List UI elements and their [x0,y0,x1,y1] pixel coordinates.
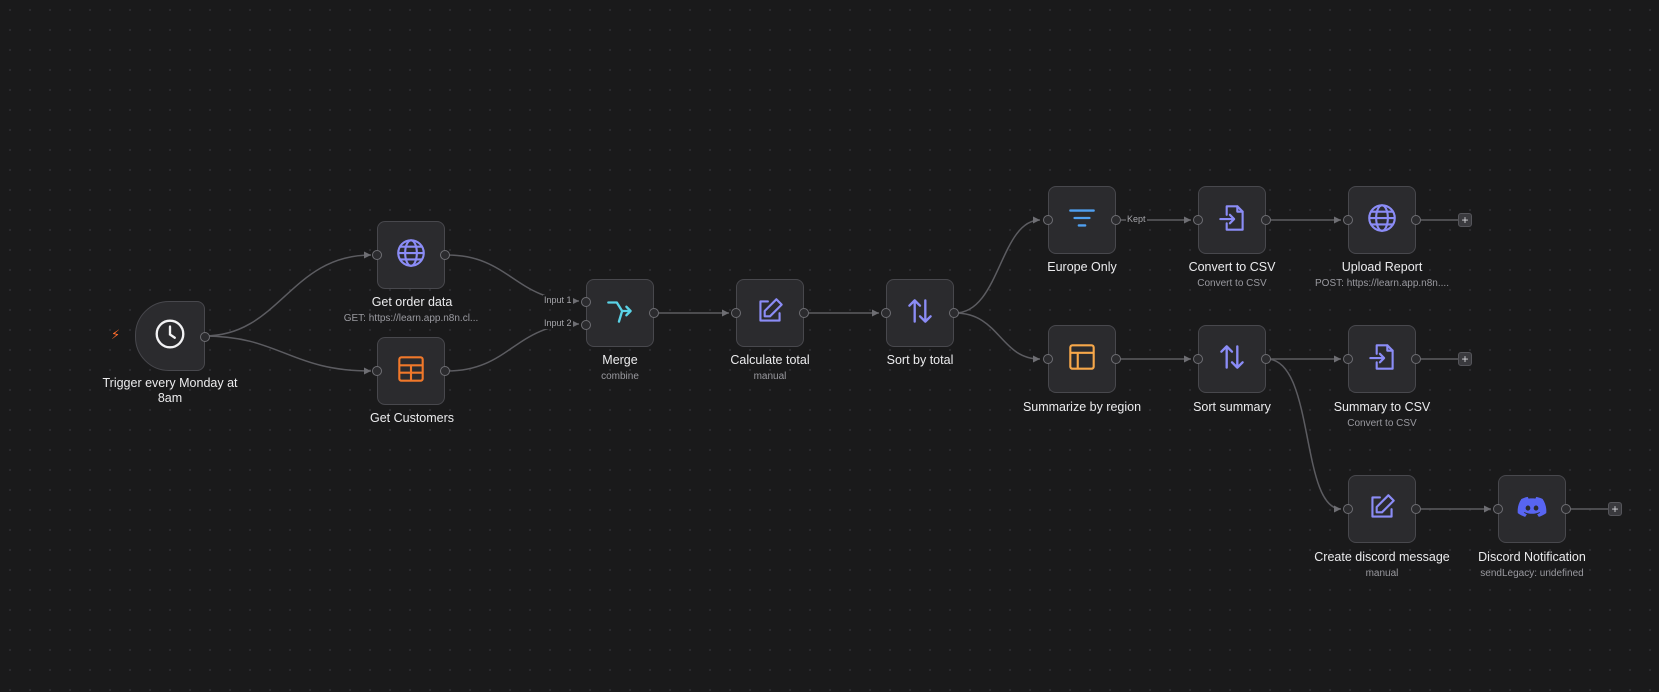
sort-input-port[interactable] [881,308,891,318]
table-icon [394,352,428,391]
edge-trigger-to-customers[interactable] [203,335,372,375]
create-discord-message-subtitle: manual [1365,568,1399,579]
get-customers-node[interactable] [372,337,450,405]
upload-output-port[interactable] [1411,215,1421,225]
discord-msg-output-port[interactable] [1411,504,1421,514]
merge-input-1-label: Input 1 [543,295,573,306]
discord-icon [1515,490,1549,529]
edit-icon [753,294,787,333]
upload-report-label: Upload Report [1341,260,1423,274]
discord-notification-subtitle: sendLegacy: undefined [1480,568,1584,579]
trigger-label: Trigger every Monday at 8am [102,376,238,405]
upload-report-subtitle: POST: https://learn.app.n8n.... [1315,278,1449,289]
create-discord-message-node[interactable] [1343,475,1421,543]
merge-label: Merge [602,353,638,367]
get-order-data-node[interactable] [372,221,450,289]
get-customers-label: Get Customers [369,411,455,425]
discord-notification-node[interactable] [1493,475,1571,543]
add-node-button-discord[interactable]: + [1608,502,1622,516]
summarize-by-region-node[interactable] [1043,325,1121,393]
europe-kept-label: Kept [1126,214,1147,225]
upload-report-node[interactable] [1343,186,1421,254]
add-node-button-upload[interactable]: + [1458,213,1472,227]
filter-icon [1065,201,1099,240]
summary-to-csv-label: Summary to CSV [1333,400,1431,414]
europe-input-port[interactable] [1043,215,1053,225]
calc-output-port[interactable] [799,308,809,318]
convert-to-csv-subtitle: Convert to CSV [1197,278,1267,289]
order-output-port[interactable] [440,250,450,260]
trigger-bolt-icon: ⚡ [111,327,121,342]
customers-output-port[interactable] [440,366,450,376]
merge-icon [603,294,637,333]
merge-subtitle: combine [601,371,639,382]
summarize-output-port[interactable] [1111,354,1121,364]
upload-input-port[interactable] [1343,215,1353,225]
file-export-icon [1215,201,1249,240]
merge-input-2-label: Input 2 [543,318,573,329]
sort-summary-label: Sort summary [1193,400,1271,414]
file-export-icon [1365,340,1399,379]
edit-icon [1365,490,1399,529]
sort-by-total-node[interactable] [881,279,959,347]
convert-input-port[interactable] [1193,215,1203,225]
discord-output-port[interactable] [1561,504,1571,514]
calculate-total-subtitle: manual [753,371,787,382]
globe-icon [1365,201,1399,240]
convert-to-csv-node[interactable] [1193,186,1271,254]
summary-csv-input-port[interactable] [1343,354,1353,364]
clock-icon [153,317,187,356]
workflow-canvas[interactable]: ⚡ Trigger every Monday at 8am Get order … [0,0,1659,692]
europe-output-port[interactable] [1111,215,1121,225]
calc-input-port[interactable] [731,308,741,318]
merge-input-1-port[interactable] [581,297,591,307]
trigger-output-port[interactable] [200,332,210,342]
summarize-input-port[interactable] [1043,354,1053,364]
convert-output-port[interactable] [1261,215,1271,225]
sort-icon [903,294,937,333]
summary-csv-output-port[interactable] [1411,354,1421,364]
summarize-icon [1065,340,1099,379]
sort-icon [1215,340,1249,379]
summary-to-csv-node[interactable] [1343,325,1421,393]
europe-only-label: Europe Only [1047,260,1117,274]
sort-summary-output-port[interactable] [1261,354,1271,364]
customers-input-port[interactable] [372,366,382,376]
merge-node[interactable] [581,279,659,347]
sort-output-port[interactable] [949,308,959,318]
trigger-node[interactable] [135,301,210,371]
europe-only-node[interactable] [1043,186,1121,254]
create-discord-message-label: Create discord message [1314,550,1450,564]
discord-input-port[interactable] [1493,504,1503,514]
get-order-data-subtitle: GET: https://learn.app.n8n.cl... [343,313,479,324]
merge-input-2-port[interactable] [581,320,591,330]
order-input-port[interactable] [372,250,382,260]
sort-summary-input-port[interactable] [1193,354,1203,364]
add-node-button-summary[interactable]: + [1458,352,1472,366]
discord-msg-input-port[interactable] [1343,504,1353,514]
get-order-data-label: Get order data [371,295,453,309]
globe-icon [394,236,428,275]
sort-by-total-label: Sort by total [886,353,954,367]
discord-notification-label: Discord Notification [1478,550,1586,564]
summarize-by-region-label: Summarize by region [1022,400,1142,414]
sort-summary-node[interactable] [1193,325,1271,393]
summary-to-csv-subtitle: Convert to CSV [1347,418,1417,429]
merge-output-port[interactable] [649,308,659,318]
convert-to-csv-label: Convert to CSV [1188,260,1276,274]
calculate-total-label: Calculate total [730,353,810,367]
edge-sortsummary-to-discordmsg[interactable] [1266,358,1342,513]
calculate-total-node[interactable] [731,279,809,347]
